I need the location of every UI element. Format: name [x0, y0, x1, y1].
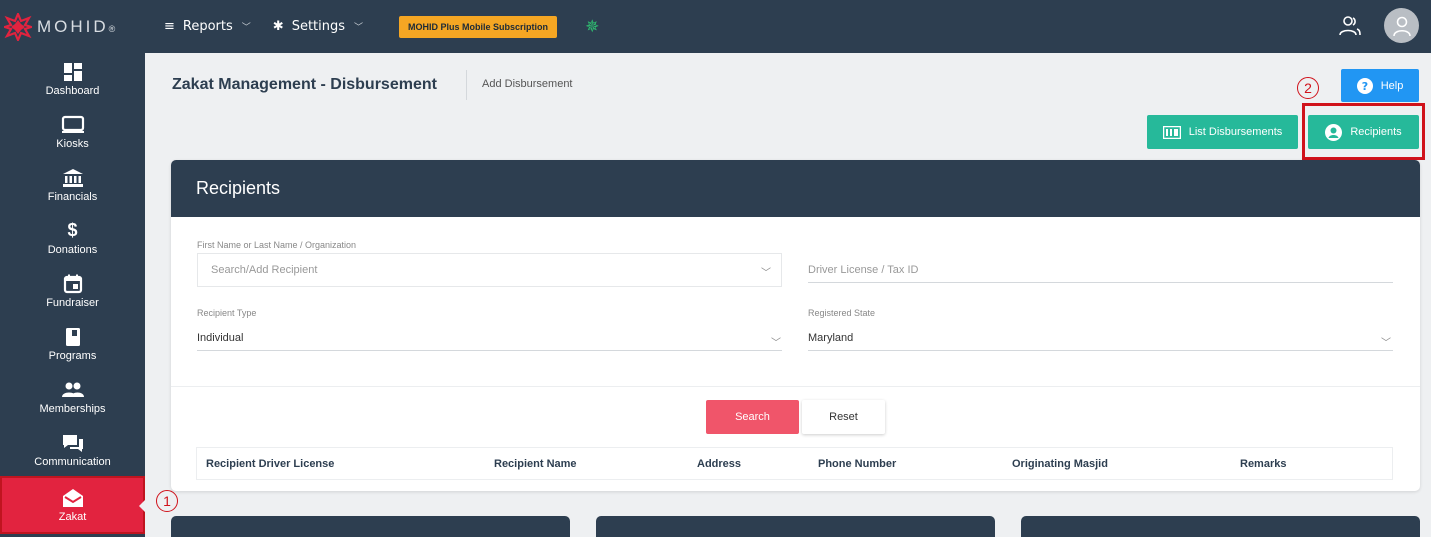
- reports-label: Reports: [182, 19, 233, 34]
- list-disbursements-label: List Disbursements: [1188, 126, 1283, 138]
- sidebar-item-zakat[interactable]: Zakat: [0, 476, 147, 534]
- svg-text:?: ?: [1361, 80, 1367, 93]
- bank-icon: [62, 168, 83, 187]
- logo-star-icon: [4, 12, 32, 41]
- settings-label: Settings: [291, 19, 346, 34]
- dollar-icon: $: [67, 220, 78, 240]
- recipient-type-select[interactable]: Individual: [197, 332, 243, 344]
- column-header: Recipient Name: [494, 458, 577, 470]
- header-divider: [466, 70, 467, 100]
- logo-text: MOHID®: [37, 16, 116, 36]
- type-underline: [197, 350, 782, 351]
- column-header: Phone Number: [818, 458, 897, 470]
- sidebar-item-label: Dashboard: [45, 85, 100, 97]
- type-field-label: Recipient Type: [197, 308, 257, 318]
- monitor-icon: [61, 115, 84, 133]
- sidebar-item-label: Zakat: [58, 511, 87, 523]
- name-field-label: First Name or Last Name / Organization: [197, 240, 357, 250]
- subscription-button[interactable]: MOHID Plus Mobile Subscription: [399, 15, 558, 38]
- breadcrumb: Add Disbursement: [482, 78, 573, 90]
- envelope-icon: [62, 489, 83, 507]
- column-header: Recipient Driver License: [206, 458, 335, 470]
- chevron-down-icon: ﹀: [354, 23, 364, 33]
- settings-menu[interactable]: ✱ Settings ﹀: [273, 19, 363, 34]
- user-icon: [1392, 16, 1411, 36]
- reports-menu[interactable]: ≡ Reports ﹀: [164, 19, 251, 34]
- sidebar-item-fundraiser[interactable]: Fundraiser: [0, 264, 145, 317]
- sidebar-item-memberships[interactable]: Memberships: [0, 370, 145, 423]
- registered-state-select[interactable]: Maryland: [808, 332, 853, 344]
- search-button[interactable]: Search: [706, 400, 799, 434]
- question-icon: ?: [1356, 77, 1373, 94]
- recipient-search-select[interactable]: Search/Add Recipient: [197, 253, 782, 287]
- help-button[interactable]: ? Help: [1341, 69, 1419, 102]
- state-field-label: Registered State: [808, 308, 876, 318]
- sidebar-item-label: Kiosks: [56, 137, 89, 150]
- column-header: Remarks: [1240, 458, 1287, 470]
- chat-icon: [62, 434, 83, 452]
- chevron-down-icon: ﹀: [1381, 338, 1391, 349]
- sidebar-item-label: Donations: [47, 243, 98, 256]
- sidebar-item-label: Programs: [48, 349, 97, 362]
- annotation-marker-1: 1: [156, 490, 178, 512]
- gear-icon: ✱: [272, 19, 284, 34]
- section-divider: [171, 386, 1420, 387]
- list-disbursements-button[interactable]: List Disbursements: [1147, 115, 1298, 149]
- annotation-marker-2: 2: [1297, 77, 1319, 99]
- dashboard-icon: [63, 63, 82, 81]
- sidebar-item-donations[interactable]: $ Donations: [0, 211, 145, 264]
- chevron-down-icon: ﹀: [771, 338, 781, 349]
- help-label: Help: [1380, 79, 1404, 92]
- annotation-highlight-box: [1302, 103, 1425, 160]
- sidebar-item-programs[interactable]: Programs: [0, 317, 145, 370]
- top-bar: MOHID® ≡ Reports ﹀ ✱ Settings ﹀ MOHID Pl…: [0, 0, 1431, 53]
- sidebar-item-label: Memberships: [39, 402, 106, 415]
- sidebar-item-dashboard[interactable]: Dashboard: [0, 53, 145, 105]
- column-header: Originating Masjid: [1012, 458, 1108, 470]
- users-icon[interactable]: [1338, 14, 1362, 38]
- top-right-actions: [1338, 8, 1419, 43]
- sidebar-item-label: Fundraiser: [46, 296, 99, 309]
- recipient-search-placeholder: Search/Add Recipient: [211, 264, 318, 276]
- green-star-icon[interactable]: ✵: [585, 17, 599, 37]
- sidebar-item-communication[interactable]: Communication: [0, 423, 145, 476]
- chevron-down-icon: ﹀: [241, 23, 251, 33]
- recipients-card: Recipients First Name or Last Name / Org…: [171, 160, 1420, 491]
- page-title: Zakat Management - Disbursement: [172, 76, 437, 93]
- list-box-icon: [1162, 125, 1181, 139]
- bottom-card-middle: [596, 516, 995, 537]
- sidebar-item-label: Financials: [47, 190, 98, 203]
- people-icon: [61, 382, 84, 397]
- license-underline: [808, 282, 1393, 283]
- list-icon: ≡: [164, 19, 175, 34]
- avatar[interactable]: [1384, 8, 1419, 43]
- active-notch: [139, 498, 147, 514]
- sidebar-item-label: Communication: [34, 455, 111, 468]
- chevron-down-icon: ﹀: [761, 268, 771, 279]
- book-icon: [65, 327, 80, 346]
- column-header: Address: [697, 458, 742, 470]
- bottom-card-left: [171, 516, 570, 537]
- sidebar-item-kiosks[interactable]: Kiosks: [0, 105, 145, 158]
- sidebar: Dashboard Kiosks Financials $ Donations …: [0, 53, 147, 537]
- card-title: Recipients: [171, 160, 1420, 217]
- state-underline: [808, 350, 1393, 351]
- reset-button[interactable]: Reset: [802, 400, 885, 434]
- logo[interactable]: MOHID®: [4, 12, 150, 41]
- license-input[interactable]: Driver License / Tax ID: [808, 264, 918, 276]
- results-table-header: Recipient Driver License Recipient Name …: [196, 447, 1393, 480]
- calendar-icon: [63, 274, 82, 293]
- sidebar-item-financials[interactable]: Financials: [0, 158, 145, 211]
- bottom-card-right: [1021, 516, 1420, 537]
